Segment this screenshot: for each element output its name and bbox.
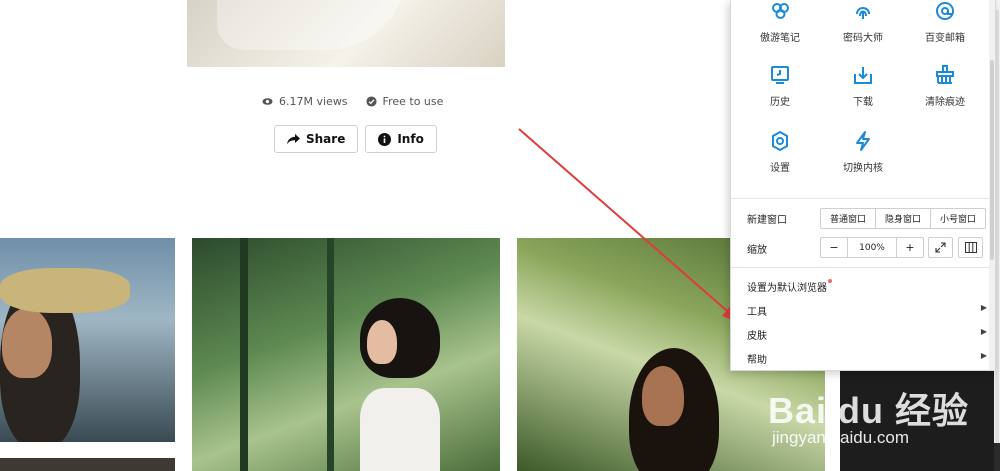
fullscreen-button[interactable] (928, 237, 953, 258)
check-badge-icon (366, 96, 377, 107)
menu-item-download[interactable]: 下载 (820, 64, 906, 108)
photo-bottom-left[interactable] (0, 458, 175, 471)
tools-label: 工具 (747, 307, 767, 318)
normal-window-button[interactable]: 普通窗口 (821, 209, 876, 228)
face-shape (367, 320, 397, 364)
download-label: 下载 (853, 97, 873, 108)
views-stat: 6.17M views (262, 95, 348, 108)
zoom-in-button[interactable]: + (897, 238, 923, 257)
share-arrow-icon (287, 133, 300, 144)
zoom-value: 100% (848, 238, 897, 257)
menu-item-skins[interactable]: 皮肤 ▶ (747, 327, 987, 342)
set-default-browser[interactable]: 设置为默认浏览器 (747, 279, 987, 294)
menu-scroll-thumb[interactable] (990, 60, 994, 260)
fingerprint-icon (856, 7, 870, 19)
menu-item-help[interactable]: 帮助 ▶ (747, 351, 987, 366)
share-button[interactable]: Share (274, 125, 359, 153)
baidu-watermark-url: jingyan.baidu.com (772, 428, 910, 447)
lightning-icon (856, 131, 870, 151)
baidu-watermark-logo: Bai du 经验 (768, 390, 970, 431)
photo-woman-white-dress[interactable] (192, 238, 500, 471)
broom-icon (936, 65, 954, 84)
password-label: 密码大师 (843, 33, 883, 44)
chevron-right-icon: ▶ (980, 303, 987, 312)
license-label[interactable]: Free to use (383, 95, 444, 108)
menu-item-settings[interactable]: 设置 (737, 130, 823, 174)
menu-item-password[interactable]: 密码大师 (820, 0, 906, 44)
menu-item-history[interactable]: 历史 (737, 64, 823, 108)
menu-item-clear-traces[interactable]: 清除痕迹 (902, 64, 988, 108)
system-tray-edge (994, 443, 1000, 471)
split-view-button[interactable] (958, 237, 983, 258)
settings-label: 设置 (770, 163, 790, 174)
photo-stats: 6.17M views Free to use (262, 95, 443, 108)
gear-icon (772, 130, 788, 152)
private-window-button[interactable]: 隐身窗口 (876, 209, 931, 228)
menu-item-switch-engine[interactable]: 切换内核 (820, 130, 906, 174)
eye-icon (262, 98, 273, 105)
views-count: 6.17M views (279, 95, 348, 108)
menu-item-notes[interactable]: 傲游笔记 (737, 0, 823, 44)
new-window-label: 新建窗口 (747, 215, 787, 226)
zoom-out-button[interactable]: − (821, 238, 848, 257)
face-shape (642, 366, 684, 426)
pillar-left (240, 238, 248, 471)
history-label: 历史 (770, 97, 790, 108)
info-label: Info (397, 132, 424, 146)
menu-item-mailbox[interactable]: 百变邮箱 (902, 0, 988, 44)
browser-main-menu: 傲游笔记 密码大师 百变邮箱 历史 下载 清除痕迹 设置 切换内核 新建窗口 普… (730, 0, 996, 371)
photo-actions: Share Info (274, 125, 437, 153)
download-icon (854, 67, 872, 84)
alt-account-window-button[interactable]: 小号窗口 (931, 209, 985, 228)
help-label: 帮助 (747, 355, 767, 366)
new-window-options: 普通窗口 隐身窗口 小号窗口 (820, 208, 986, 229)
chevron-right-icon: ▶ (980, 351, 987, 360)
set-default-browser-label: 设置为默认浏览器 (747, 283, 827, 294)
info-button[interactable]: Info (365, 125, 437, 153)
skins-label: 皮肤 (747, 331, 767, 342)
history-icon (771, 66, 789, 84)
notes-label: 傲游笔记 (760, 33, 800, 44)
hero-photo-fold (217, 0, 407, 50)
columns-icon (964, 242, 977, 253)
menu-divider (731, 267, 989, 268)
menu-divider (731, 198, 989, 199)
switch-engine-label: 切换内核 (843, 163, 883, 174)
license-stat: Free to use (366, 95, 444, 108)
menu-scrollbar[interactable] (989, 0, 995, 370)
face-shape (2, 308, 52, 378)
share-label: Share (306, 132, 346, 146)
expand-icon (935, 242, 946, 253)
notification-dot (828, 279, 832, 283)
pillar-right (327, 238, 334, 471)
hero-photo[interactable] (187, 0, 505, 67)
zoom-label: 缩放 (747, 245, 767, 256)
photo-woman-headdress[interactable] (0, 238, 175, 442)
chevron-right-icon: ▶ (980, 327, 987, 336)
zoom-control: − 100% + (820, 237, 924, 258)
menu-item-tools[interactable]: 工具 ▶ (747, 303, 987, 318)
headdress-shape (0, 268, 130, 313)
mailbox-label: 百变邮箱 (925, 33, 965, 44)
clear-traces-label: 清除痕迹 (925, 97, 965, 108)
notes-icon (772, 3, 789, 19)
at-mail-icon (936, 2, 954, 20)
dress-shape (360, 388, 440, 471)
info-icon (378, 132, 392, 146)
